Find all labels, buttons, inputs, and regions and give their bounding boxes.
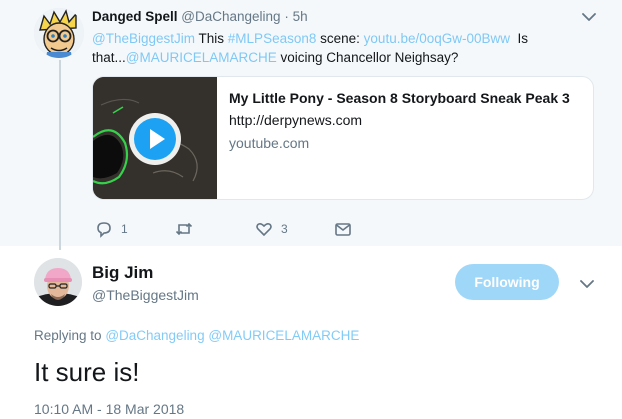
mention-link[interactable]: @DaChangeling: [105, 328, 204, 343]
avatar[interactable]: [34, 258, 82, 306]
author-handle[interactable]: @DaChangeling: [181, 9, 280, 24]
tweet-text-part: scene:: [320, 31, 360, 46]
cartoon-avatar-icon: [34, 8, 84, 58]
following-button[interactable]: Following: [455, 264, 559, 300]
chevron-down-icon[interactable]: [580, 279, 594, 289]
tweet-text: @TheBiggestJim This #MLPSeason8 scene: y…: [92, 29, 587, 67]
author-handle[interactable]: @TheBiggestJim: [92, 287, 199, 303]
replying-to: Replying to @DaChangeling @MAURICELAMARC…: [34, 328, 359, 343]
link-card[interactable]: My Little Pony - Season 8 Storyboard Sne…: [92, 76, 594, 200]
author-name[interactable]: Big Jim: [92, 263, 153, 283]
thread-line: [59, 60, 61, 250]
mention-link[interactable]: @TheBiggestJim: [92, 31, 195, 46]
tweet-text: It sure is!: [34, 357, 140, 387]
tweet-time[interactable]: 5h: [293, 9, 308, 24]
card-title[interactable]: My Little Pony - Season 8 Storyboard Sne…: [229, 90, 570, 106]
play-icon[interactable]: [127, 111, 183, 167]
parent-tweet[interactable]: Danged Spell @DaChangeling · 5h @TheBigg…: [0, 0, 622, 250]
reply-button[interactable]: 1: [95, 219, 128, 239]
card-url[interactable]: http://derpynews.com: [229, 112, 362, 128]
separator: ·: [284, 9, 289, 24]
tweet-text-part: voicing Chancellor Neighsay?: [280, 50, 459, 65]
tweet-text-part: This: [198, 31, 225, 46]
tweet-timestamp[interactable]: 10:10 AM - 18 Mar 2018: [34, 401, 184, 417]
like-count: 3: [281, 222, 288, 236]
hashtag-link[interactable]: #MLPSeason8: [228, 31, 317, 46]
avatar[interactable]: [34, 8, 84, 58]
reply-count: 1: [121, 222, 128, 236]
card-domain: youtube.com: [229, 135, 310, 151]
envelope-icon: [335, 223, 351, 236]
retweet-icon: [175, 222, 193, 236]
card-thumbnail[interactable]: [93, 77, 217, 199]
user-photo-avatar: [34, 258, 82, 306]
tweet-header: Danged Spell @DaChangeling · 5h: [92, 9, 308, 24]
direct-message-button[interactable]: [334, 219, 352, 239]
author-name[interactable]: Danged Spell: [92, 9, 178, 24]
heart-icon: [256, 222, 272, 237]
mention-link[interactable]: @MAURICELAMARCHE: [126, 50, 277, 65]
replying-to-label: Replying to: [34, 328, 102, 343]
url-link[interactable]: youtu.be/0oqGw-00Bww: [364, 31, 510, 46]
mention-link[interactable]: @MAURICELAMARCHE: [208, 328, 359, 343]
chevron-down-icon[interactable]: [582, 12, 596, 22]
reply-icon: [97, 222, 111, 238]
retweet-button[interactable]: [175, 219, 193, 239]
like-button[interactable]: 3: [255, 219, 288, 239]
